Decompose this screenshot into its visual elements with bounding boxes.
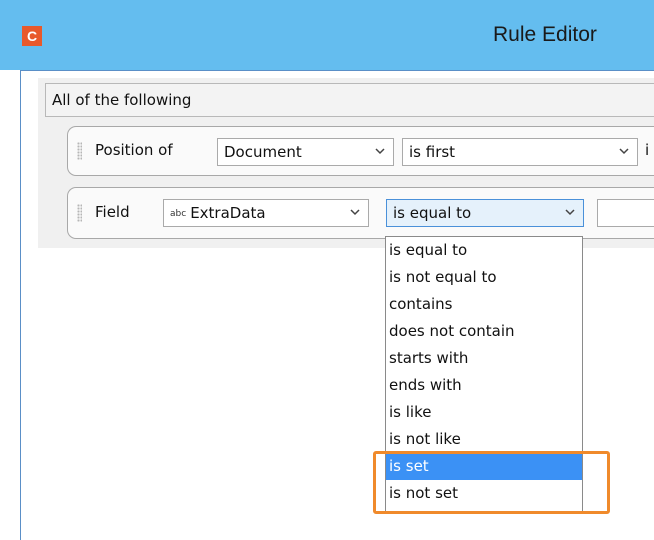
drag-handle-icon[interactable] bbox=[77, 142, 82, 160]
value-input[interactable] bbox=[597, 199, 654, 227]
subject-dropdown[interactable]: Document bbox=[217, 138, 394, 166]
option-is-not-like[interactable]: is not like bbox=[386, 426, 582, 453]
option-does-not-contain[interactable]: does not contain bbox=[386, 318, 582, 345]
option-is-equal-to[interactable]: is equal to bbox=[386, 237, 582, 264]
app-icon: C bbox=[22, 26, 42, 46]
chevron-down-icon bbox=[565, 209, 575, 216]
operator-value: is first bbox=[409, 143, 456, 161]
drag-handle-icon[interactable] bbox=[77, 204, 82, 222]
chevron-down-icon bbox=[375, 148, 385, 155]
group-label: All of the following bbox=[52, 91, 192, 109]
option-is-like[interactable]: is like bbox=[386, 399, 582, 426]
truncated-text: i bbox=[645, 141, 650, 159]
field-dropdown[interactable]: abc ExtraData bbox=[163, 199, 369, 227]
field-value: abc ExtraData bbox=[170, 204, 266, 222]
operator-dropdown-open[interactable]: is equal to bbox=[386, 199, 584, 227]
highlight-box bbox=[373, 451, 610, 514]
chevron-down-icon bbox=[619, 148, 629, 155]
condition-row-field[interactable]: Field abc ExtraData is equal to bbox=[67, 187, 654, 239]
subject-value: Document bbox=[224, 143, 302, 161]
option-ends-with[interactable]: ends with bbox=[386, 372, 582, 399]
frame-border-top bbox=[20, 70, 654, 71]
option-contains[interactable]: contains bbox=[386, 291, 582, 318]
condition-label: Position of bbox=[95, 141, 173, 159]
option-starts-with[interactable]: starts with bbox=[386, 345, 582, 372]
field-name: ExtraData bbox=[190, 204, 266, 222]
operator-value: is equal to bbox=[393, 204, 472, 222]
condition-label: Field bbox=[95, 203, 130, 221]
option-is-not-equal-to[interactable]: is not equal to bbox=[386, 264, 582, 291]
text-type-icon: abc bbox=[170, 209, 187, 219]
operator-dropdown[interactable]: is first bbox=[402, 138, 638, 166]
frame-border-left bbox=[20, 70, 21, 540]
title-bar: C Rule Editor bbox=[0, 0, 654, 70]
window-title: Rule Editor bbox=[493, 23, 597, 46]
condition-row-position[interactable]: Position of Document is first i bbox=[67, 126, 654, 176]
group-header[interactable]: All of the following bbox=[45, 83, 654, 117]
chevron-down-icon bbox=[350, 209, 360, 216]
